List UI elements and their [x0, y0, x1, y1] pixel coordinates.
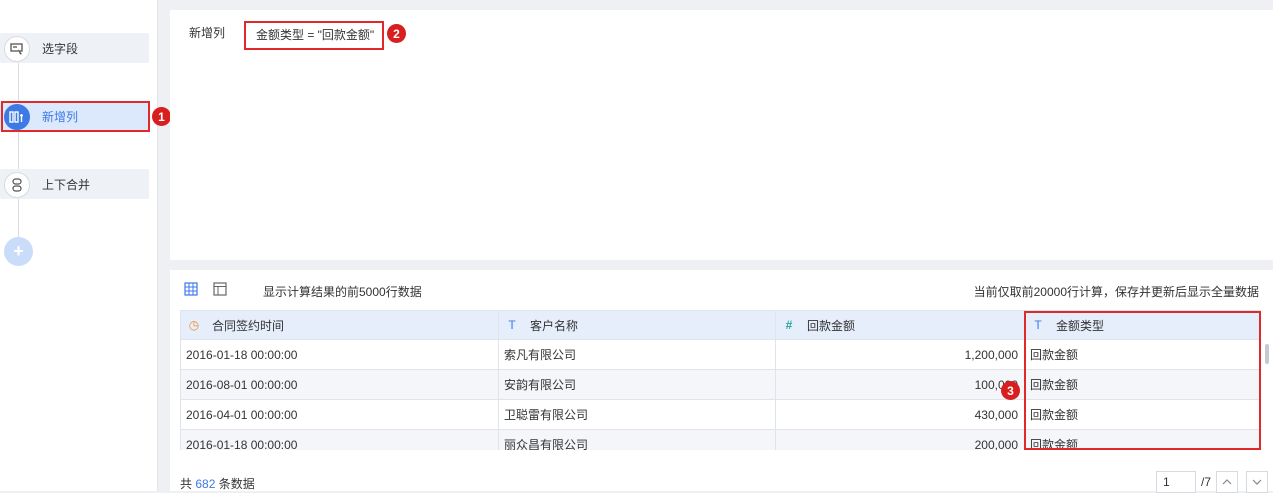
layout-view-icon[interactable] — [213, 282, 227, 296]
formula-title: 新增列 — [189, 26, 226, 40]
add-column-icon — [4, 104, 30, 130]
preview-panel: 显示计算结果的前5000行数据 当前仅取前20000行计算，保存并更新后显示全量… — [170, 270, 1273, 493]
add-step-button[interactable]: + — [4, 237, 33, 266]
step-label: 选字段 — [42, 42, 79, 56]
annotation-badge-2: 2 — [387, 24, 406, 43]
row-count-number: 682 — [195, 477, 216, 491]
table-cell: 2016-01-18 00:00:00 — [180, 340, 499, 370]
table-cell: 索凡有限公司 — [499, 340, 776, 370]
annotation-badge-3: 3 — [1001, 381, 1020, 400]
table-cell: 2016-08-01 00:00:00 — [180, 370, 499, 400]
select-field-icon — [4, 36, 30, 62]
column-header[interactable]: T 金额类型 — [1025, 310, 1261, 340]
number-type-icon: # — [785, 318, 793, 332]
table-cell: 卫聪雷有限公司 — [499, 400, 776, 430]
step-connector-line — [18, 48, 19, 248]
page-total: /7 — [1201, 475, 1212, 489]
chevron-up-icon — [1222, 479, 1232, 485]
clock-icon: ◷ — [188, 318, 200, 332]
table-scrollbar[interactable] — [1265, 344, 1269, 364]
step-label: 上下合并 — [42, 178, 91, 192]
table-row: 2016-08-01 00:00:00 安韵有限公司 100,000 回款金额 — [180, 370, 1261, 400]
step-merge-rows[interactable]: 上下合并 — [0, 169, 149, 199]
step-add-column[interactable]: 新增列 — [0, 101, 149, 131]
page-down-button[interactable] — [1246, 471, 1268, 493]
table-cell: 安韵有限公司 — [499, 370, 776, 400]
page-up-button[interactable] — [1216, 471, 1238, 493]
preview-table: ◷ 合同签约时间 T 客户名称 # 回款金额 T 金额类型 2016-01-18 00:… — [180, 310, 1261, 450]
formula-panel: 新增列 金额类型 = "回款金额" — [170, 10, 1273, 260]
table-cell: 回款金额 — [1025, 400, 1261, 430]
step-panel: 选字段 新增列 上下合并 + — [0, 0, 158, 491]
column-header[interactable]: ◷ 合同签约时间 — [180, 310, 499, 340]
table-cell: 回款金额 — [1025, 340, 1261, 370]
table-header: ◷ 合同签约时间 T 客户名称 # 回款金额 T 金额类型 — [180, 310, 1261, 340]
chevron-down-icon — [1252, 479, 1262, 485]
table-cell: 回款金额 — [1025, 430, 1261, 450]
table-cell: 回款金额 — [1025, 370, 1261, 400]
page-number-input[interactable] — [1156, 471, 1196, 493]
table-row: 2016-01-18 00:00:00 索凡有限公司 1,200,000 回款金… — [180, 340, 1261, 370]
preview-limit-note: 当前仅取前20000行计算，保存并更新后显示全量数据 — [973, 285, 1259, 299]
preview-note: 显示计算结果的前5000行数据 — [263, 285, 422, 299]
annotation-badge-1: 1 — [152, 107, 171, 126]
merge-icon — [4, 172, 30, 198]
row-count: 共 682 条数据 — [180, 477, 255, 491]
table-cell: 1,200,000 — [776, 340, 1025, 370]
table-cell: 430,000 — [776, 400, 1025, 430]
table-cell: 100,000 — [776, 370, 1025, 400]
table-cell: 2016-04-01 00:00:00 — [180, 400, 499, 430]
grid-view-icon[interactable] — [184, 282, 198, 296]
step-select-fields[interactable]: 选字段 — [0, 33, 149, 63]
table-cell: 2016-01-18 00:00:00 — [180, 430, 499, 450]
table-row: 2016-01-18 00:00:00 丽众昌有限公司 200,000 回款金额 — [180, 430, 1261, 450]
formula-expression[interactable]: 金额类型 = "回款金额" — [256, 26, 374, 43]
text-type-icon: T — [508, 318, 516, 332]
table-cell: 丽众昌有限公司 — [499, 430, 776, 450]
column-header[interactable]: T 客户名称 — [499, 310, 776, 340]
table-row: 2016-04-01 00:00:00 卫聪雷有限公司 430,000 回款金额 — [180, 400, 1261, 430]
step-label: 新增列 — [42, 110, 79, 124]
text-type-icon: T — [1034, 318, 1042, 332]
column-header[interactable]: # 回款金额 — [776, 310, 1025, 340]
table-cell: 200,000 — [776, 430, 1025, 450]
